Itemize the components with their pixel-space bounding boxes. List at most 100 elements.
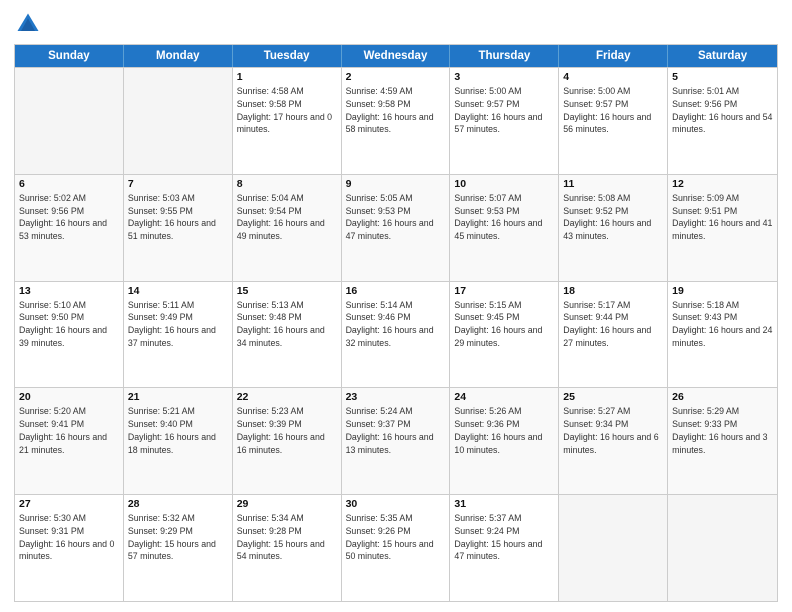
day-number: 31 (454, 498, 554, 510)
day-info: Sunrise: 5:18 AM Sunset: 9:43 PM Dayligh… (672, 299, 773, 350)
day-number: 29 (237, 498, 337, 510)
day-cell-8: 8 Sunrise: 5:04 AM Sunset: 9:54 PM Daylig… (233, 175, 342, 281)
day-cell-28: 28 Sunrise: 5:32 AM Sunset: 9:29 PM Dayli… (124, 495, 233, 601)
day-info: Sunrise: 5:08 AM Sunset: 9:52 PM Dayligh… (563, 192, 663, 243)
header-day-thursday: Thursday (450, 45, 559, 67)
day-cell-23: 23 Sunrise: 5:24 AM Sunset: 9:37 PM Dayli… (342, 388, 451, 494)
day-cell-11: 11Sunrise: 5:08 AM Sunset: 9:52 PM Dayli… (559, 175, 668, 281)
day-cell-5: 5 Sunrise: 5:01 AM Sunset: 9:56 PM Daylig… (668, 68, 777, 174)
day-info: Sunrise: 5:34 AM Sunset: 9:28 PM Dayligh… (237, 512, 337, 563)
day-number: 28 (128, 498, 228, 510)
header-day-monday: Monday (124, 45, 233, 67)
day-number: 1 (237, 71, 337, 83)
day-cell-12: 12 Sunrise: 5:09 AM Sunset: 9:51 PM Dayli… (668, 175, 777, 281)
day-cell-22: 22 Sunrise: 5:23 AM Sunset: 9:39 PM Dayli… (233, 388, 342, 494)
day-number: 30 (346, 498, 446, 510)
day-number: 25 (563, 391, 663, 403)
day-info: Sunrise: 5:21 AM Sunset: 9:40 PM Dayligh… (128, 405, 228, 456)
day-number: 6 (19, 178, 119, 190)
day-info: Sunrise: 5:00 AM Sunset: 9:57 PM Dayligh… (454, 85, 554, 136)
day-info: Sunrise: 5:15 AM Sunset: 9:45 PM Dayligh… (454, 299, 554, 350)
calendar-row-1: 1 Sunrise: 4:58 AM Sunset: 9:58 PM Daylig… (15, 67, 777, 174)
day-cell-13: 13 Sunrise: 5:10 AM Sunset: 9:50 PM Dayli… (15, 282, 124, 388)
day-cell-4: 4 Sunrise: 5:00 AM Sunset: 9:57 PM Daylig… (559, 68, 668, 174)
day-cell-27: 27Sunrise: 5:30 AM Sunset: 9:31 PM Dayli… (15, 495, 124, 601)
day-cell-9: 9 Sunrise: 5:05 AM Sunset: 9:53 PM Daylig… (342, 175, 451, 281)
day-cell-17: 17 Sunrise: 5:15 AM Sunset: 9:45 PM Dayli… (450, 282, 559, 388)
day-cell-29: 29 Sunrise: 5:34 AM Sunset: 9:28 PM Dayli… (233, 495, 342, 601)
day-cell-18: 18 Sunrise: 5:17 AM Sunset: 9:44 PM Dayli… (559, 282, 668, 388)
calendar-row-2: 6 Sunrise: 5:02 AM Sunset: 9:56 PM Daylig… (15, 174, 777, 281)
day-info: Sunrise: 5:02 AM Sunset: 9:56 PM Dayligh… (19, 192, 119, 243)
day-number: 10 (454, 178, 554, 190)
day-cell-6: 6 Sunrise: 5:02 AM Sunset: 9:56 PM Daylig… (15, 175, 124, 281)
calendar-row-3: 13 Sunrise: 5:10 AM Sunset: 9:50 PM Dayli… (15, 281, 777, 388)
calendar-body: 1 Sunrise: 4:58 AM Sunset: 9:58 PM Daylig… (15, 67, 777, 601)
day-cell-7: 7 Sunrise: 5:03 AM Sunset: 9:55 PM Daylig… (124, 175, 233, 281)
day-cell-21: 21Sunrise: 5:21 AM Sunset: 9:40 PM Dayli… (124, 388, 233, 494)
day-info: Sunrise: 5:23 AM Sunset: 9:39 PM Dayligh… (237, 405, 337, 456)
logo-icon (14, 10, 42, 38)
calendar-header: SundayMondayTuesdayWednesdayThursdayFrid… (15, 45, 777, 67)
day-cell-19: 19 Sunrise: 5:18 AM Sunset: 9:43 PM Dayli… (668, 282, 777, 388)
day-info: Sunrise: 5:13 AM Sunset: 9:48 PM Dayligh… (237, 299, 337, 350)
calendar: SundayMondayTuesdayWednesdayThursdayFrid… (14, 44, 778, 602)
day-info: Sunrise: 5:04 AM Sunset: 9:54 PM Dayligh… (237, 192, 337, 243)
day-info: Sunrise: 5:24 AM Sunset: 9:37 PM Dayligh… (346, 405, 446, 456)
day-info: Sunrise: 4:59 AM Sunset: 9:58 PM Dayligh… (346, 85, 446, 136)
day-info: Sunrise: 5:35 AM Sunset: 9:26 PM Dayligh… (346, 512, 446, 563)
day-number: 7 (128, 178, 228, 190)
day-info: Sunrise: 5:05 AM Sunset: 9:53 PM Dayligh… (346, 192, 446, 243)
day-cell-24: 24 Sunrise: 5:26 AM Sunset: 9:36 PM Dayli… (450, 388, 559, 494)
day-info: Sunrise: 5:17 AM Sunset: 9:44 PM Dayligh… (563, 299, 663, 350)
day-number: 8 (237, 178, 337, 190)
day-info: Sunrise: 5:03 AM Sunset: 9:55 PM Dayligh… (128, 192, 228, 243)
day-cell-26: 26Sunrise: 5:29 AM Sunset: 9:33 PM Dayli… (668, 388, 777, 494)
day-cell-16: 16Sunrise: 5:14 AM Sunset: 9:46 PM Dayli… (342, 282, 451, 388)
day-info: Sunrise: 5:37 AM Sunset: 9:24 PM Dayligh… (454, 512, 554, 563)
header-day-wednesday: Wednesday (342, 45, 451, 67)
day-info: Sunrise: 5:30 AM Sunset: 9:31 PM Dayligh… (19, 512, 119, 563)
day-info: Sunrise: 5:32 AM Sunset: 9:29 PM Dayligh… (128, 512, 228, 563)
day-number: 18 (563, 285, 663, 297)
day-number: 2 (346, 71, 446, 83)
header-day-saturday: Saturday (668, 45, 777, 67)
empty-cell (124, 68, 233, 174)
day-info: Sunrise: 5:27 AM Sunset: 9:34 PM Dayligh… (563, 405, 663, 456)
day-cell-25: 25 Sunrise: 5:27 AM Sunset: 9:34 PM Dayli… (559, 388, 668, 494)
day-number: 4 (563, 71, 663, 83)
day-number: 13 (19, 285, 119, 297)
day-number: 23 (346, 391, 446, 403)
empty-cell (559, 495, 668, 601)
day-info: Sunrise: 5:01 AM Sunset: 9:56 PM Dayligh… (672, 85, 773, 136)
day-number: 24 (454, 391, 554, 403)
day-info: Sunrise: 5:09 AM Sunset: 9:51 PM Dayligh… (672, 192, 773, 243)
day-cell-14: 14Sunrise: 5:11 AM Sunset: 9:49 PM Dayli… (124, 282, 233, 388)
day-number: 12 (672, 178, 773, 190)
day-number: 15 (237, 285, 337, 297)
day-cell-20: 20Sunrise: 5:20 AM Sunset: 9:41 PM Dayli… (15, 388, 124, 494)
empty-cell (668, 495, 777, 601)
day-number: 5 (672, 71, 773, 83)
header-day-sunday: Sunday (15, 45, 124, 67)
day-info: Sunrise: 4:58 AM Sunset: 9:58 PM Dayligh… (237, 85, 337, 136)
day-number: 19 (672, 285, 773, 297)
day-cell-2: 2 Sunrise: 4:59 AM Sunset: 9:58 PM Daylig… (342, 68, 451, 174)
day-number: 14 (128, 285, 228, 297)
day-number: 16 (346, 285, 446, 297)
header-day-tuesday: Tuesday (233, 45, 342, 67)
day-info: Sunrise: 5:26 AM Sunset: 9:36 PM Dayligh… (454, 405, 554, 456)
empty-cell (15, 68, 124, 174)
day-number: 17 (454, 285, 554, 297)
day-cell-15: 15 Sunrise: 5:13 AM Sunset: 9:48 PM Dayli… (233, 282, 342, 388)
day-number: 22 (237, 391, 337, 403)
header (14, 10, 778, 38)
day-info: Sunrise: 5:00 AM Sunset: 9:57 PM Dayligh… (563, 85, 663, 136)
day-info: Sunrise: 5:07 AM Sunset: 9:53 PM Dayligh… (454, 192, 554, 243)
day-cell-1: 1 Sunrise: 4:58 AM Sunset: 9:58 PM Daylig… (233, 68, 342, 174)
day-info: Sunrise: 5:10 AM Sunset: 9:50 PM Dayligh… (19, 299, 119, 350)
logo (14, 10, 46, 38)
day-info: Sunrise: 5:20 AM Sunset: 9:41 PM Dayligh… (19, 405, 119, 456)
day-cell-10: 10 Sunrise: 5:07 AM Sunset: 9:53 PM Dayli… (450, 175, 559, 281)
day-number: 9 (346, 178, 446, 190)
